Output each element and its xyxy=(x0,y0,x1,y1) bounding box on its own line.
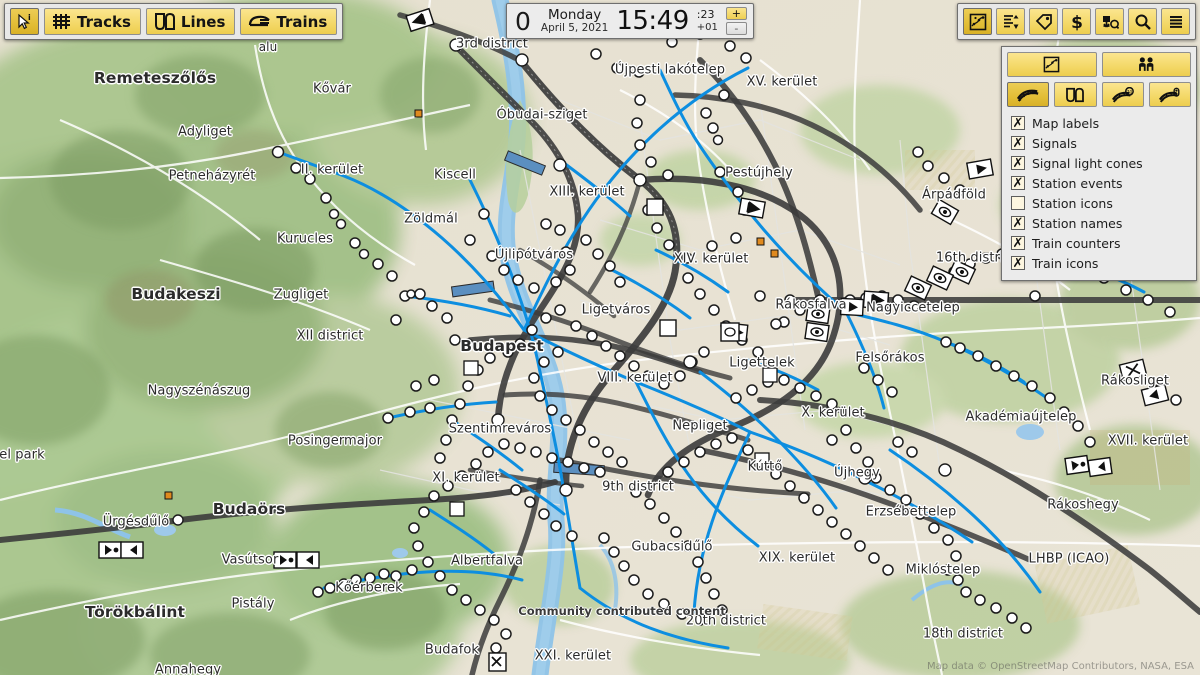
left-toolbar: i Tracks Lines Trains xyxy=(4,3,344,40)
speed-up-button[interactable]: + xyxy=(725,7,747,20)
checkbox-row-station-icons[interactable]: Station icons xyxy=(1007,193,1191,213)
search-icon xyxy=(1135,14,1151,30)
checked-box-icon[interactable]: ✗ xyxy=(1011,256,1025,270)
tags-button[interactable] xyxy=(1029,8,1058,35)
menu-button[interactable] xyxy=(1161,8,1190,35)
svg-text:$: $ xyxy=(1071,13,1083,31)
checkbox-label: Station events xyxy=(1032,175,1123,191)
date-string: April 5, 2021 xyxy=(540,21,609,34)
track-speed-view-button[interactable]: 70 xyxy=(1101,82,1144,107)
checked-box-icon[interactable]: ✗ xyxy=(1011,176,1025,190)
track-curve-icon xyxy=(1017,89,1039,102)
train-buy-icon xyxy=(1102,15,1119,29)
lines-icon xyxy=(1066,87,1085,102)
svg-text:i: i xyxy=(28,13,31,22)
tracks-button-label: Tracks xyxy=(77,12,131,31)
map-icon xyxy=(969,13,986,30)
clock-utc-offset: +01 xyxy=(696,21,718,33)
hamburger-menu-icon xyxy=(1169,15,1182,28)
clock-time: 15:49 xyxy=(616,6,689,36)
checkbox-label: Train icons xyxy=(1032,255,1099,271)
finance-button[interactable]: $ xyxy=(1062,8,1091,35)
application-root: alu 3rd district Újpesti lakótelep XV. kerü… xyxy=(0,0,1200,675)
map-icon xyxy=(1043,56,1060,73)
right-toolbar: $ xyxy=(957,3,1196,40)
lines-icon xyxy=(154,12,175,31)
clock-sub-block: :23 +01 xyxy=(696,8,718,33)
timetable-button[interactable] xyxy=(996,8,1025,35)
trains-button[interactable]: Trains xyxy=(240,8,338,35)
view-mode-row: 70 xyxy=(1007,82,1191,107)
simulation-speed-value: 0 xyxy=(515,6,531,36)
checked-box-icon[interactable]: ✗ xyxy=(1011,116,1025,130)
clock-widget: 0 Monday April 5, 2021 15:49 :23 +01 + - xyxy=(506,3,754,39)
map-settings-panel: 70 ✗ Map labels ✗ Signals ✗ Signal light cone… xyxy=(1001,46,1197,281)
checkbox-row-train-counters[interactable]: ✗ Train counters xyxy=(1007,233,1191,253)
day-name: Monday xyxy=(547,7,602,24)
checked-box-icon[interactable]: ✗ xyxy=(1011,136,1025,150)
unchecked-box-icon[interactable] xyxy=(1011,196,1025,210)
track-view-button[interactable] xyxy=(1007,82,1050,107)
track-signal-icon xyxy=(1158,87,1180,103)
track-signal-view-button[interactable] xyxy=(1148,82,1191,107)
speed-down-button[interactable]: - xyxy=(725,22,747,35)
lines-button[interactable]: Lines xyxy=(145,8,236,35)
checkbox-label: Map labels xyxy=(1032,115,1100,131)
trains-button-label: Trains xyxy=(276,12,328,31)
clock-seconds: :23 xyxy=(696,8,715,22)
map-layer-checkbox-list: ✗ Map labels ✗ Signals ✗ Signal light cones ✗ S… xyxy=(1007,113,1191,273)
lines-button-label: Lines xyxy=(180,12,226,31)
checkbox-row-station-names[interactable]: ✗ Station names xyxy=(1007,213,1191,233)
track-rails-icon xyxy=(53,14,70,29)
svg-text:70: 70 xyxy=(1126,89,1132,94)
checked-box-icon[interactable]: ✗ xyxy=(1011,156,1025,170)
checkbox-row-signal-light-cones[interactable]: ✗ Signal light cones xyxy=(1007,153,1191,173)
cursor-icon xyxy=(17,13,30,29)
search-button[interactable] xyxy=(1128,8,1157,35)
tag-icon xyxy=(1035,13,1052,30)
checkbox-label: Signal light cones xyxy=(1032,155,1143,171)
sort-list-icon xyxy=(1003,14,1018,29)
mode-button-row xyxy=(1007,52,1191,77)
checkbox-row-station-events[interactable]: ✗ Station events xyxy=(1007,173,1191,193)
checked-box-icon[interactable]: ✗ xyxy=(1011,216,1025,230)
track-speed-icon: 70 xyxy=(1111,86,1134,103)
map-view-button[interactable] xyxy=(963,8,992,35)
date-block: Monday April 5, 2021 xyxy=(541,8,608,33)
line-view-button[interactable] xyxy=(1054,82,1097,107)
passengers-mode-button[interactable] xyxy=(1101,52,1191,77)
checkbox-label: Station icons xyxy=(1032,195,1113,211)
select-info-button[interactable]: i xyxy=(10,8,39,35)
checkbox-row-map-labels[interactable]: ✗ Map labels xyxy=(1007,113,1191,133)
checkbox-label: Train counters xyxy=(1032,235,1121,251)
rolling-stock-button[interactable] xyxy=(1095,8,1124,35)
checked-box-icon[interactable]: ✗ xyxy=(1011,236,1025,250)
dollar-icon: $ xyxy=(1071,13,1083,31)
speed-controls: + - xyxy=(725,7,747,35)
people-icon xyxy=(1139,57,1154,71)
map-mode-button[interactable] xyxy=(1007,52,1097,77)
checkbox-label: Station names xyxy=(1032,215,1123,231)
tracks-button[interactable]: Tracks xyxy=(44,8,141,35)
checkbox-label: Signals xyxy=(1032,135,1077,151)
checkbox-row-train-icons[interactable]: ✗ Train icons xyxy=(1007,253,1191,273)
checkbox-row-signals[interactable]: ✗ Signals xyxy=(1007,133,1191,153)
train-icon xyxy=(249,15,271,27)
